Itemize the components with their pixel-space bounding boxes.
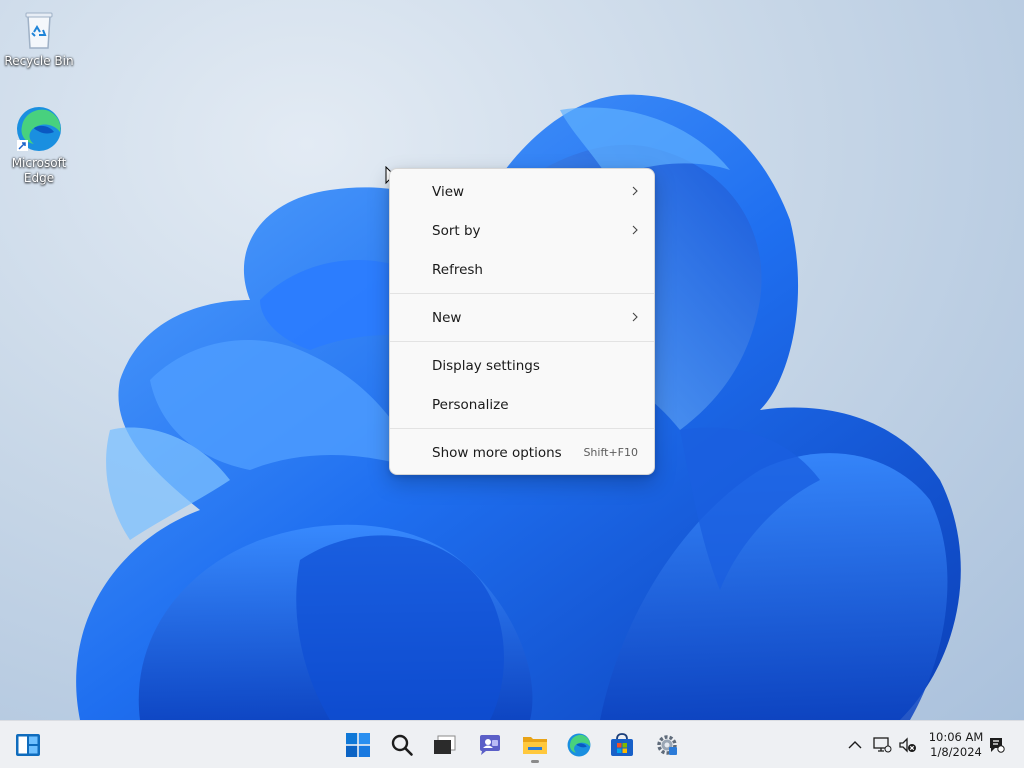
widgets-button[interactable]: [12, 729, 44, 761]
menu-label: Show more options: [432, 444, 562, 461]
network-icon: [873, 737, 892, 753]
menu-label: Personalize: [432, 396, 509, 413]
menu-label: View: [432, 183, 465, 200]
notification-button[interactable]: [986, 735, 1006, 755]
chat-button[interactable]: [474, 729, 506, 761]
running-app-indicator: [531, 760, 539, 763]
notification-icon: [990, 738, 1005, 753]
network-button[interactable]: [872, 735, 892, 755]
menu-item-new[interactable]: New: [394, 298, 650, 337]
recycle-bin-icon: [25, 12, 53, 49]
clock-time: 10:06 AM: [928, 730, 984, 744]
clock-date: 1/8/2024: [930, 745, 982, 759]
edge-icon: [567, 733, 591, 757]
store-icon: [611, 733, 633, 756]
menu-item-sort-by[interactable]: Sort by: [394, 211, 650, 250]
chevron-up-icon: [848, 741, 862, 749]
volume-muted-icon: [899, 737, 916, 753]
volume-button[interactable]: [898, 735, 918, 755]
store-button[interactable]: [606, 729, 638, 761]
menu-separator: [390, 293, 654, 294]
recycle-bin-label: Recycle Bin: [4, 54, 74, 68]
widgets-icon: [16, 734, 40, 756]
task-view-button[interactable]: [428, 729, 460, 761]
edge-icon: [17, 107, 61, 151]
menu-label: Refresh: [432, 261, 483, 278]
menu-label: Display settings: [432, 357, 540, 374]
chat-icon: [480, 735, 500, 755]
taskbar: 10:06 AM 1/8/2024: [0, 720, 1024, 768]
file-explorer-button[interactable]: [519, 729, 551, 761]
start-button[interactable]: [342, 729, 374, 761]
menu-item-view[interactable]: View: [394, 172, 650, 211]
taskbar-clock[interactable]: 10:06 AM 1/8/2024: [926, 730, 986, 760]
search-button[interactable]: [386, 729, 418, 761]
menu-shortcut: Shift+F10: [583, 446, 638, 459]
edge-desktop-icon[interactable]: Microsoft Edge: [1, 104, 77, 186]
menu-item-display-settings[interactable]: Display settings: [394, 346, 650, 385]
show-hidden-icons-button[interactable]: [845, 735, 865, 755]
chevron-right-icon: [632, 312, 638, 322]
desktop[interactable]: Recycle Bin Microsoft Edge View Sort by …: [0, 0, 1024, 720]
settings-button[interactable]: [651, 729, 683, 761]
menu-label: New: [432, 309, 462, 326]
chevron-right-icon: [632, 186, 638, 196]
menu-item-show-more-options[interactable]: Show more options Shift+F10: [394, 433, 650, 472]
menu-item-personalize[interactable]: Personalize: [394, 385, 650, 424]
folder-icon: [523, 737, 547, 754]
desktop-context-menu: View Sort by Refresh New Display setting…: [389, 168, 655, 475]
chevron-right-icon: [632, 225, 638, 235]
menu-separator: [390, 341, 654, 342]
windows-logo-icon: [346, 733, 370, 757]
menu-separator: [390, 428, 654, 429]
menu-item-refresh[interactable]: Refresh: [394, 250, 650, 289]
edge-taskbar-button[interactable]: [563, 729, 595, 761]
task-view-icon: [434, 735, 456, 754]
recycle-bin-desktop-icon[interactable]: Recycle Bin: [1, 8, 77, 69]
edge-label: Microsoft Edge: [11, 156, 67, 185]
search-icon: [391, 734, 413, 756]
settings-icon: [657, 735, 677, 755]
menu-label: Sort by: [432, 222, 481, 239]
